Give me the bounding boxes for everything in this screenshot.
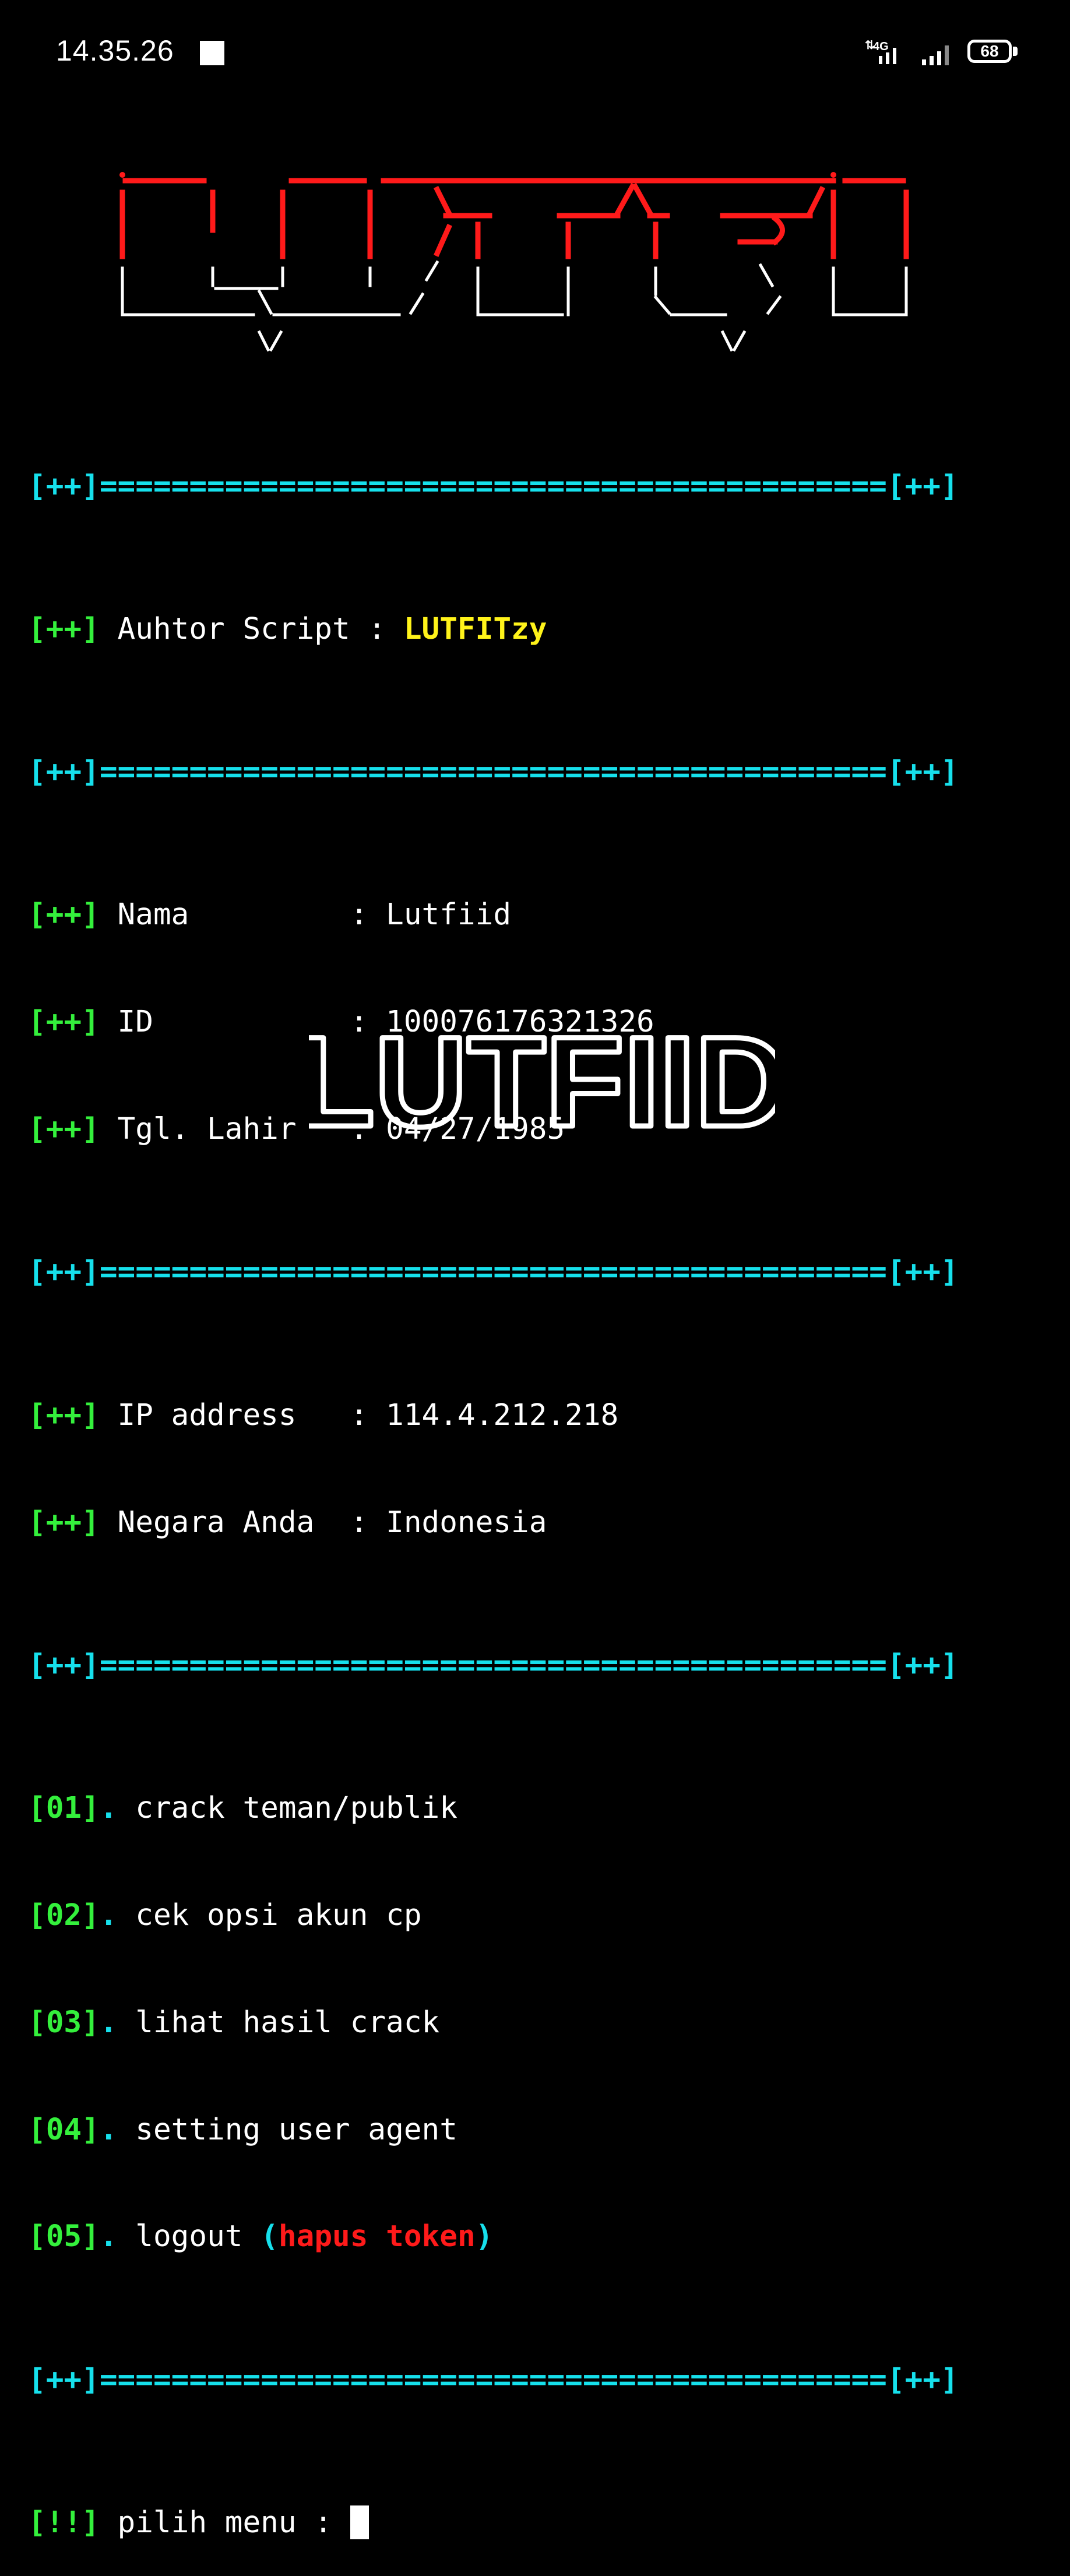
paren-open: ( [261, 2219, 279, 2254]
separator-line: [++] ====================================… [28, 2362, 1019, 2398]
separator-line: [++] ====================================… [28, 754, 1019, 790]
separator-tag-left: [++] [28, 2362, 100, 2397]
separator-tag-right: [++] [886, 1648, 959, 1683]
menu-item-view-results: [03]. lihat hasil crack [28, 2005, 1019, 2040]
menu-item-number: [05] [28, 2219, 100, 2254]
separator-line: [++] ====================================… [28, 1648, 1019, 1683]
profile-tag: [++] [28, 898, 100, 932]
watermark-text: LUTFIID [309, 1014, 775, 1153]
battery-icon: 68 [967, 40, 1020, 65]
separator-line: [++] ====================================… [28, 1254, 1019, 1290]
menu-item-dot: . [99, 2005, 136, 2040]
author-tag: [++] [28, 612, 100, 647]
menu-item-number: [03] [28, 2005, 100, 2040]
menu-item-user-agent: [04]. setting user agent [28, 2112, 1019, 2148]
battery-level: 68 [967, 40, 1012, 63]
profile-tag: [++] [28, 1005, 100, 1040]
network-4g-icon: ⇅ 4G [865, 39, 896, 64]
watermark-logo: LUTFIID [309, 1014, 775, 1154]
menu-item-label: crack teman/publik [135, 1790, 457, 1825]
separator-tag-left: [++] [28, 1648, 100, 1683]
menu-item-check-options: [02]. cek opsi akun cp [28, 1898, 1019, 1933]
menu-item-label: lihat hasil crack [135, 2005, 440, 2040]
battery-tip [1013, 47, 1018, 56]
signal-icon [922, 45, 949, 65]
country-value: Indonesia [386, 1505, 547, 1540]
separator-tag-right: [++] [886, 1255, 959, 1290]
status-bar: 14.35.26 ⇅ 4G 68 [0, 0, 1070, 105]
menu-item-number: [01] [28, 1790, 100, 1825]
ip-address-line: [++] IP address : 114.4.212.218 [28, 1398, 1019, 1433]
text-cursor[interactable] [350, 2505, 369, 2540]
ascii-art-banner [119, 172, 909, 352]
menu-item-crack: [01]. crack teman/publik [28, 1790, 1019, 1826]
separator-tag-left: [++] [28, 1255, 100, 1290]
network-label: Negara Anda : [99, 1505, 386, 1540]
menu-item-note: hapus token [278, 2219, 476, 2254]
notification-icon [200, 41, 224, 65]
menu-item-dot: . [99, 2112, 136, 2147]
svg-text:4G: 4G [873, 40, 889, 53]
separator-tag-right: [++] [886, 469, 959, 504]
menu-item-dot: . [99, 1898, 136, 1933]
author-line: [++] Auhtor Script : LUTFITzy [28, 611, 1019, 647]
network-tag: [++] [28, 1505, 100, 1540]
separator-tag-left: [++] [28, 469, 100, 504]
ip-address-value: 114.4.212.218 [386, 1398, 619, 1433]
author-label: Auhtor Script : [99, 612, 404, 647]
separator-tag-left: [++] [28, 755, 100, 790]
separator-fill: ========================================… [99, 1648, 887, 1683]
separator-tag-right: [++] [886, 2362, 959, 2397]
separator-line: [++] ====================================… [28, 469, 1019, 504]
menu-item-label: cek opsi akun cp [135, 1898, 422, 1933]
separator-fill: ========================================… [99, 469, 887, 504]
prompt-label: pilih menu : [99, 2505, 350, 2540]
separator-fill: ========================================… [99, 2362, 887, 2397]
network-tag: [++] [28, 1398, 100, 1433]
profile-name-line: [++] Nama : Lutfiid [28, 897, 1019, 932]
menu-item-number: [02] [28, 1898, 100, 1933]
prompt-tag: [!!] [28, 2505, 100, 2540]
menu-item-number: [04] [28, 2112, 100, 2147]
menu-prompt[interactable]: [!!] pilih menu : [28, 2505, 1019, 2540]
profile-name-value: Lutfiid [386, 898, 512, 932]
author-value: LUTFITzy [403, 612, 547, 647]
menu-item-label: logout [135, 2219, 261, 2254]
network-label: IP address : [99, 1398, 386, 1433]
menu-item-logout: [05]. logout (hapus token) [28, 2219, 1019, 2254]
menu-item-label: setting user agent [135, 2112, 457, 2147]
menu-item-dot: . [99, 2219, 136, 2254]
separator-tag-right: [++] [886, 755, 959, 790]
menu-item-dot: . [99, 1790, 136, 1825]
paren-close: ) [475, 2219, 494, 2254]
status-time: 14.35.26 [56, 34, 174, 67]
country-line: [++] Negara Anda : Indonesia [28, 1505, 1019, 1540]
separator-fill: ========================================… [99, 755, 887, 790]
terminal-output: [++] ====================================… [28, 361, 1019, 2576]
profile-label: Nama : [99, 898, 386, 932]
profile-tag: [++] [28, 1112, 100, 1147]
separator-fill: ========================================… [99, 1255, 887, 1290]
